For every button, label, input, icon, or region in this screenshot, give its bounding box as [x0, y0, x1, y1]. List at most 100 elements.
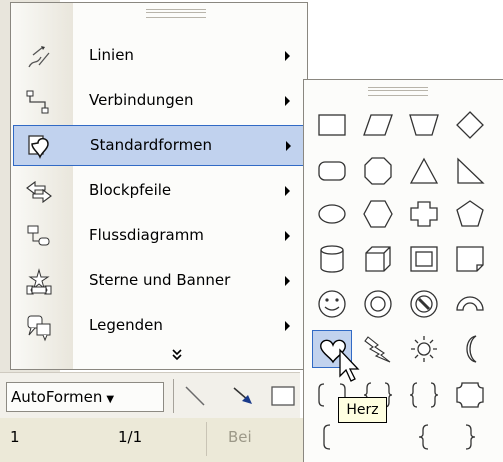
smiley-icon: [318, 290, 346, 318]
submenu-arrow-icon: [285, 96, 290, 106]
shape-smiley-button[interactable]: [312, 285, 352, 323]
shape-left-bracket-button[interactable]: [312, 418, 352, 456]
submenu-arrow-icon: [286, 141, 291, 151]
submenu-arrow-icon: [285, 321, 290, 331]
octagon-icon: [364, 157, 392, 185]
connectors-icon: [26, 90, 49, 114]
status-position: Bei: [228, 428, 252, 446]
menu-item-legenden[interactable]: Legenden: [13, 306, 305, 347]
block-arc-icon: [456, 296, 484, 311]
autoformen-menu: Linien Verbindungen Standardformen Block…: [10, 2, 308, 370]
submenu-arrow-icon: [285, 276, 290, 286]
shape-donut-button[interactable]: [358, 285, 398, 323]
shape-oval-button[interactable]: [312, 195, 352, 233]
menu-item-label: Linien: [89, 46, 134, 64]
menu-item-label: Verbindungen: [89, 91, 194, 109]
menu-item-blockpfeile[interactable]: Blockpfeile: [13, 171, 305, 212]
line-tool-icon[interactable]: [180, 383, 210, 411]
bevel-icon: [410, 246, 438, 272]
drawing-toolbar: AutoFormen ▼: [0, 372, 300, 419]
shape-diamond-button[interactable]: [450, 106, 490, 144]
autoformen-button[interactable]: AutoFormen ▼: [6, 382, 164, 412]
cross-icon: [410, 201, 438, 227]
autoformen-label: AutoFormen: [11, 388, 103, 406]
shape-bevel-button[interactable]: [404, 240, 444, 278]
shape-right-brace-button[interactable]: [450, 418, 490, 456]
shape-tooltip: Herz: [338, 397, 387, 423]
flowchart-icon: [27, 225, 50, 246]
menu-item-flussdiagramm[interactable]: Flussdiagramm: [13, 216, 305, 257]
menu-item-standardformen[interactable]: Standardformen: [13, 125, 305, 166]
shape-no-symbol-button[interactable]: [404, 285, 444, 323]
block-arrows-icon: [26, 180, 52, 204]
cube-icon: [365, 246, 391, 272]
shape-octagon-button[interactable]: [358, 152, 398, 190]
shape-folded-corner-button[interactable]: [450, 240, 490, 278]
rectangle-tool-icon[interactable]: [270, 384, 298, 408]
shape-can-button[interactable]: [312, 240, 352, 278]
lines-icon: [28, 46, 50, 68]
right-triangle-icon: [457, 157, 485, 184]
menu-item-label: Standardformen: [90, 136, 212, 154]
pentagon-icon: [456, 200, 484, 227]
menu-item-label: Legenden: [89, 316, 163, 334]
shape-hexagon-button[interactable]: [358, 195, 398, 233]
rectangle-icon: [318, 114, 346, 136]
shape-triangle-button[interactable]: [404, 152, 444, 190]
submenu-arrow-icon: [285, 231, 290, 241]
menu-item-sterne-und-banner[interactable]: Sterne und Banner: [13, 261, 305, 302]
menu-item-label: Blockpfeile: [89, 181, 172, 199]
menu-item-verbindungen[interactable]: Verbindungen: [13, 81, 305, 122]
moon-icon: [466, 335, 477, 363]
expand-more-icon[interactable]: [171, 349, 183, 361]
shape-right-triangle-button[interactable]: [450, 152, 490, 190]
shape-parallelogram-button[interactable]: [358, 106, 398, 144]
left-brace-icon: [418, 424, 429, 450]
basic-shapes-icon: [28, 135, 49, 160]
left-bracket-icon: [323, 424, 331, 450]
status-pages: 1/1: [118, 428, 143, 446]
shape-brace-pair-button[interactable]: [404, 376, 444, 414]
shape-plaque-button[interactable]: [450, 376, 490, 414]
status-separator: [206, 422, 207, 456]
sun-icon: [411, 336, 437, 362]
shape-block-arc-button[interactable]: [450, 285, 490, 323]
shape-cross-button[interactable]: [404, 195, 444, 233]
submenu-arrow-icon: [285, 186, 290, 196]
shape-rectangle-button[interactable]: [312, 106, 352, 144]
menu-drag-handle[interactable]: [146, 9, 206, 18]
dropdown-caret-icon: ▼: [106, 394, 115, 405]
shape-moon-button[interactable]: [450, 330, 490, 368]
plaque-icon: [456, 382, 484, 408]
palette-drag-handle[interactable]: [368, 87, 428, 96]
oval-icon: [318, 204, 346, 224]
mouse-cursor-icon: [339, 348, 360, 382]
donut-icon: [364, 290, 392, 318]
can-icon: [320, 245, 344, 273]
menu-item-label: Sterne und Banner: [89, 271, 231, 289]
triangle-icon: [409, 157, 439, 184]
menu-item-linien[interactable]: Linien: [13, 36, 305, 77]
toolbar-separator: [173, 379, 174, 413]
menu-item-label: Flussdiagramm: [89, 226, 204, 244]
status-page: 1: [10, 428, 20, 446]
lightning-bolt-icon: [364, 336, 391, 363]
shape-lightning-bolt-button[interactable]: [358, 330, 398, 368]
basic-shapes-palette: [303, 79, 503, 462]
callouts-icon: [27, 315, 51, 342]
shape-left-brace-button[interactable]: [404, 418, 444, 456]
shape-sun-button[interactable]: [404, 330, 444, 368]
shape-cube-button[interactable]: [358, 240, 398, 278]
rounded-rectangle-icon: [318, 161, 346, 181]
submenu-arrow-icon: [285, 51, 290, 61]
shape-trapezoid-button[interactable]: [404, 106, 444, 144]
parallelogram-icon: [363, 114, 393, 136]
arrow-tool-icon[interactable]: [228, 383, 258, 411]
hexagon-icon: [363, 200, 393, 228]
stars-banners-icon: [26, 268, 52, 295]
right-brace-icon: [465, 424, 476, 450]
shape-rounded-rectangle-button[interactable]: [312, 152, 352, 190]
no-symbol-icon: [410, 290, 438, 318]
shape-pentagon-button[interactable]: [450, 195, 490, 233]
trapezoid-icon: [409, 114, 439, 136]
